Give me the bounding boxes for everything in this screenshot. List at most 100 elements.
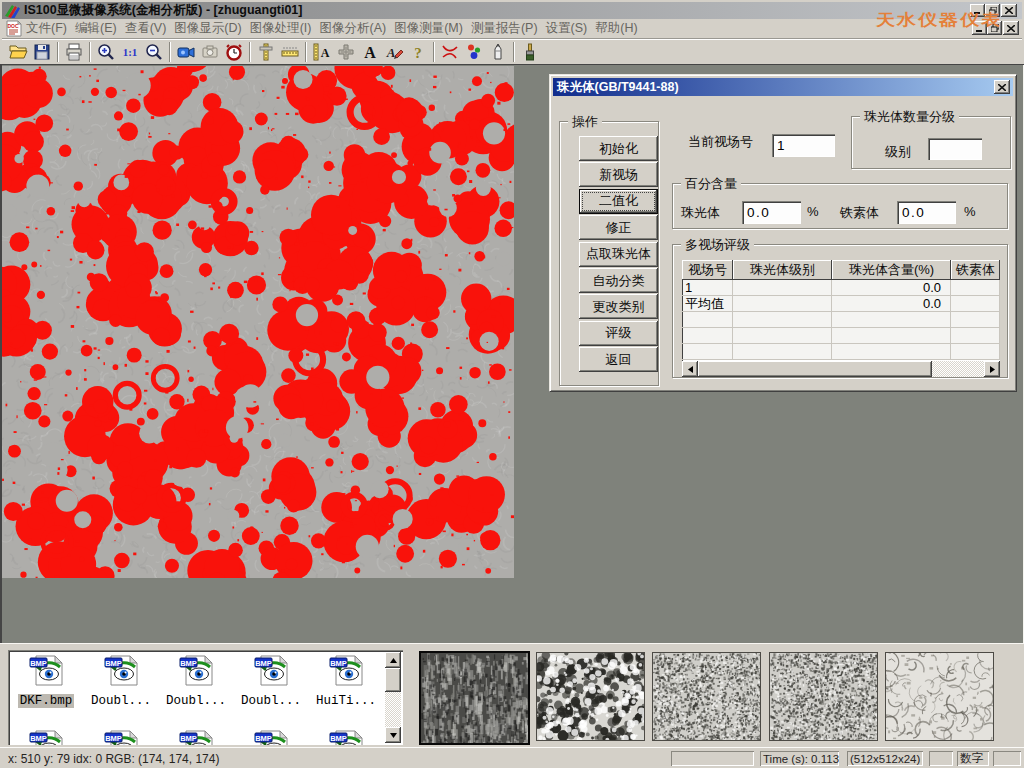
bottom-panel: BMPDKF.bmpBMPDoubl...BMPDoubl...BMPDoubl… — [0, 643, 1024, 747]
pearlite-unit: % — [807, 204, 819, 219]
svg-text:BMP: BMP — [255, 659, 272, 668]
file-list[interactable]: BMPDKF.bmpBMPDoubl...BMPDoubl...BMPDoubl… — [8, 650, 403, 745]
menu-item-10[interactable]: 帮助(H) — [595, 20, 637, 37]
video-capture-button[interactable] — [174, 41, 198, 63]
print-button[interactable] — [62, 41, 86, 63]
scroll-down-button[interactable] — [385, 727, 401, 743]
table-col-header-4[interactable]: 铁素体 — [951, 260, 1000, 280]
scroll-right-button[interactable] — [984, 361, 1000, 377]
table-cell — [682, 328, 733, 344]
current-field-input[interactable] — [772, 134, 835, 157]
file-list-scrollbar[interactable] — [385, 652, 401, 743]
table-cell: 0.0 — [832, 280, 951, 296]
op-button-8[interactable]: 评级 — [579, 321, 658, 346]
table-row-4[interactable] — [682, 328, 1000, 344]
menu-item-3[interactable]: 查看(V) — [125, 20, 167, 37]
menu-item-7[interactable]: 图像测量(M) — [394, 20, 463, 37]
ruler-button[interactable] — [278, 41, 302, 63]
close-button[interactable] — [1001, 4, 1017, 17]
table-row-2[interactable]: 平均值0.0 — [682, 296, 1000, 312]
file-item-row2-2[interactable]: BMP — [83, 730, 159, 745]
menu-item-9[interactable]: 设置(S) — [546, 20, 588, 37]
thumbnail-3[interactable] — [652, 652, 761, 741]
table-cell — [733, 312, 832, 328]
file-item-1[interactable]: BMPDKF.bmp — [8, 655, 84, 708]
text-button[interactable]: A — [358, 41, 382, 63]
table-col-header-2[interactable]: 珠光体级别 — [733, 260, 832, 280]
help-button[interactable]: ? — [406, 41, 430, 63]
op-button-2[interactable]: 新视场 — [579, 162, 658, 187]
zoom-out-button[interactable] — [142, 41, 166, 63]
thumbnail-4[interactable] — [769, 652, 878, 741]
file-item-row2-3[interactable]: BMP — [158, 730, 234, 745]
ferrite-input[interactable] — [897, 201, 956, 224]
file-name: HuiTi... — [314, 694, 378, 708]
scroll-up-button[interactable] — [385, 652, 401, 668]
grid-button[interactable] — [334, 41, 358, 63]
actual-size-button[interactable]: 1:1 — [118, 41, 142, 63]
op-button-3[interactable]: 二值化 — [579, 189, 658, 214]
thumbnail-5[interactable] — [885, 652, 994, 741]
rating-table[interactable]: 视场号珠光体级别珠光体含量(%)铁素体 10.0平均值0.0 — [682, 260, 1000, 361]
op-button-5[interactable]: 点取珠光体 — [579, 242, 658, 267]
file-item-row2-1[interactable]: BMP — [8, 730, 84, 745]
annotate-button[interactable]: A — [382, 41, 406, 63]
status-panel-2: Time (s): 0.113 — [760, 751, 839, 766]
timer-icon — [224, 42, 244, 62]
file-item-5[interactable]: BMPHuiTi... — [308, 655, 384, 708]
pearlite-input[interactable] — [742, 201, 801, 224]
table-row-3[interactable] — [682, 312, 1000, 328]
mdi-close-button[interactable] — [1003, 21, 1019, 35]
thumbnail-2[interactable] — [536, 652, 645, 741]
curve-tool-icon — [440, 42, 460, 62]
menu-item-2[interactable]: 编辑(E) — [75, 20, 117, 37]
menu-item-4[interactable]: 图像显示(D) — [174, 20, 241, 37]
classify-button[interactable] — [462, 41, 486, 63]
menu-item-8[interactable]: 测量报告(P) — [471, 20, 538, 37]
vscroll-thumb[interactable] — [385, 668, 401, 692]
zoom-in-button[interactable] — [94, 41, 118, 63]
camera-button[interactable] — [198, 41, 222, 63]
file-item-row2-4[interactable]: BMP — [233, 730, 309, 745]
scroll-thumb[interactable] — [698, 361, 932, 377]
op-button-6[interactable]: 自动分类 — [579, 268, 658, 293]
op-button-9[interactable]: 返回 — [579, 347, 658, 372]
scroll-left-button[interactable] — [682, 361, 698, 377]
document-icon[interactable]: DOC — [6, 20, 22, 37]
brush-button[interactable] — [518, 41, 542, 63]
metallograph-image[interactable] — [2, 66, 514, 578]
table-cell — [733, 296, 832, 312]
open-button[interactable] — [6, 41, 30, 63]
table-col-header-1[interactable]: 视场号 — [682, 260, 733, 280]
op-button-4[interactable]: 修正 — [579, 215, 658, 240]
table-cell: 0.0 — [832, 296, 951, 312]
dialog-close-button[interactable] — [994, 80, 1010, 94]
thumbnail-1-selected[interactable] — [419, 651, 530, 745]
svg-text:A: A — [364, 44, 376, 61]
table-row-1[interactable]: 10.0 — [682, 280, 1000, 296]
save-button[interactable] — [30, 41, 54, 63]
current-field-label: 当前视场号 — [688, 133, 753, 151]
level-input[interactable] — [928, 138, 982, 160]
menu-item-5[interactable]: 图像处理(I) — [250, 20, 312, 37]
measure-text-button[interactable]: A — [310, 41, 334, 63]
file-item-3[interactable]: BMPDoubl... — [158, 655, 234, 708]
menu-item-1[interactable]: 文件(F) — [26, 20, 67, 37]
file-item-2[interactable]: BMPDoubl... — [83, 655, 159, 708]
file-name: Doubl... — [239, 694, 303, 708]
file-item-row2-5[interactable]: BMP — [308, 730, 384, 745]
curve-tool-button[interactable] — [438, 41, 462, 63]
svg-text:A: A — [386, 45, 396, 60]
caliper-button[interactable] — [254, 41, 278, 63]
pearlite-dialog: 珠光体(GB/T9441-88) 操作 初始化新视场二值化修正点取珠光体自动分类… — [549, 74, 1017, 392]
table-hscrollbar[interactable] — [682, 361, 1000, 377]
table-cell — [682, 344, 733, 360]
pen-button[interactable] — [486, 41, 510, 63]
menu-item-6[interactable]: 图像分析(A) — [319, 20, 386, 37]
timer-button[interactable] — [222, 41, 246, 63]
op-button-7[interactable]: 更改类别 — [579, 294, 658, 319]
table-col-header-3[interactable]: 珠光体含量(%) — [832, 260, 951, 280]
op-button-1[interactable]: 初始化 — [579, 136, 658, 161]
file-item-4[interactable]: BMP Doubl... — [233, 655, 309, 708]
table-row-5[interactable] — [682, 344, 1000, 360]
